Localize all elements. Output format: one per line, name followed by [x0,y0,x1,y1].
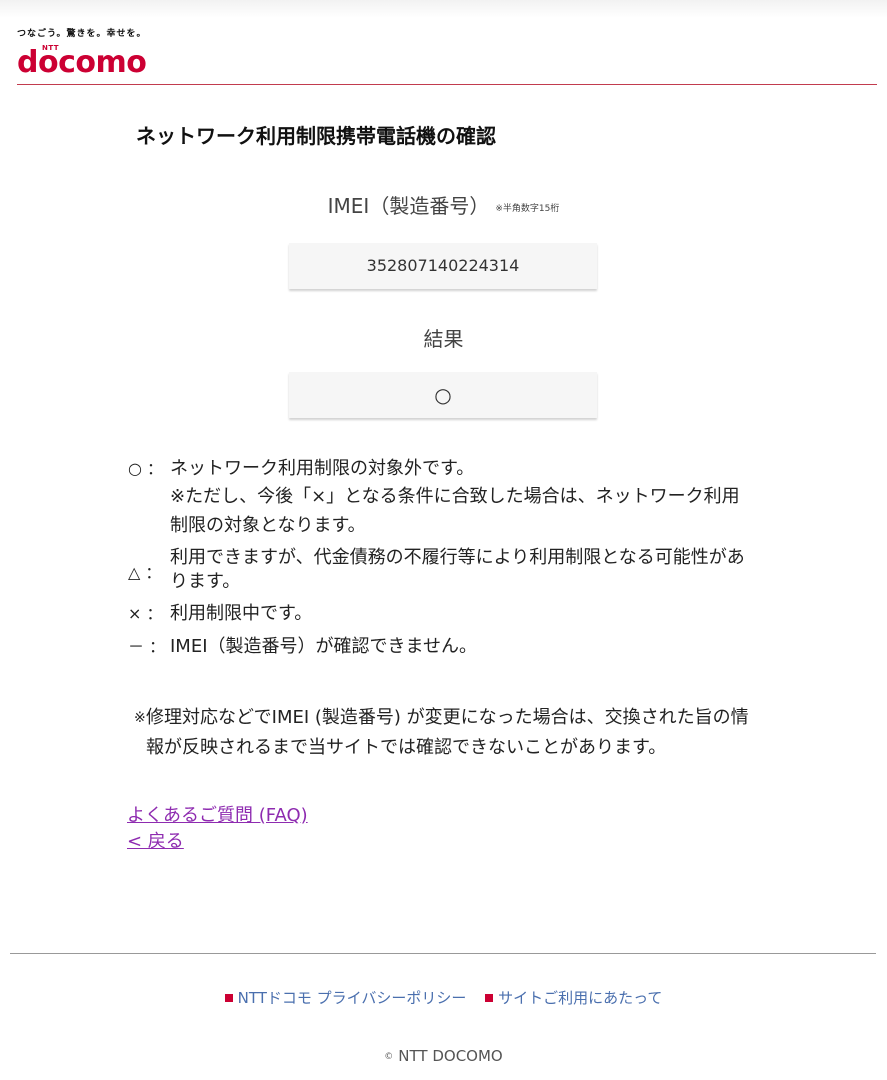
footer-links: NTTドコモ プライバシーポリシー サイトご利用にあたって [0,987,887,1008]
imei-label-row: IMEI（製造番号） ※半角数字15桁 [0,190,887,219]
copyright-text: NTT DOCOMO [398,1047,503,1065]
remark-text: 修理対応などでIMEI (製造番号) が変更になった場合は、交換された旨の情報が… [146,707,749,758]
header-divider [17,84,877,85]
legend-text: 利用できますが、代金債務の不履行等により利用制限となる可能性があります。 [170,547,745,592]
brand-tagline: つなごう。驚きを。幸せを。 [17,29,147,39]
arrow-bullet-icon [224,993,233,1002]
legend-subnote: ※ただし、今後「×」となる条件に合致した場合は、ネットワーク利用制限の対象となり… [170,486,740,536]
legend-item-cross: × ： 利用制限中です。 [128,600,768,627]
result-value-box: ○ [289,372,597,418]
copyright-symbol: © [384,1051,394,1062]
imei-label: IMEI（製造番号） [327,194,490,218]
copyright: © NTT DOCOMO [0,1047,887,1065]
imei-value-box: 352807140224314 [289,243,597,289]
site-terms-link[interactable]: サイトご利用にあたって [485,989,662,1007]
privacy-policy-link[interactable]: NTTドコモ プライバシーポリシー [224,989,467,1007]
result-label: 結果 [423,327,464,351]
legend-item-dash: － ： IMEI（製造番号）が確認できません。 [128,633,768,660]
legend-item-triangle: △ ： 利用できますが、代金債務の不履行等により利用制限となる可能性があります。 [128,546,768,594]
legend-text: 利用制限中です。 [170,603,313,624]
logo-wordmark: docomo [17,45,147,80]
docomo-logo[interactable]: NTT docomo [17,44,157,80]
legend-item-circle: ○ ： ネットワーク利用制限の対象外です。 ※ただし、今後「×」となる条件に合致… [128,455,768,540]
arrow-bullet-icon [485,993,494,1002]
legend-symbol: ○ ： [128,459,164,478]
page-title: ネットワーク利用制限携帯電話機の確認 [136,124,496,148]
legend-symbol: × ： [128,604,163,623]
imei-note: ※半角数字15桁 [495,204,560,214]
legend-text: ネットワーク利用制限の対象外です。 [170,458,475,479]
top-shade [0,0,887,18]
remark-mark: ※ [134,710,146,726]
site-terms-label: サイトご利用にあたって [498,989,663,1007]
footer-divider [10,953,876,954]
back-link[interactable]: < 戻る [127,827,184,853]
legend-symbol: － ： [128,637,166,656]
legend-symbol: △ ： [128,563,162,582]
privacy-policy-label: NTTドコモ プライバシーポリシー [237,989,467,1007]
faq-link[interactable]: よくあるご質問 (FAQ) [127,801,308,827]
imei-change-remark: ※ 修理対応などでIMEI (製造番号) が変更になった場合は、交換された旨の情… [134,703,754,763]
legend-text: IMEI（製造番号）が確認できません。 [170,636,477,657]
result-legend: ○ ： ネットワーク利用制限の対象外です。 ※ただし、今後「×」となる条件に合致… [128,455,768,666]
